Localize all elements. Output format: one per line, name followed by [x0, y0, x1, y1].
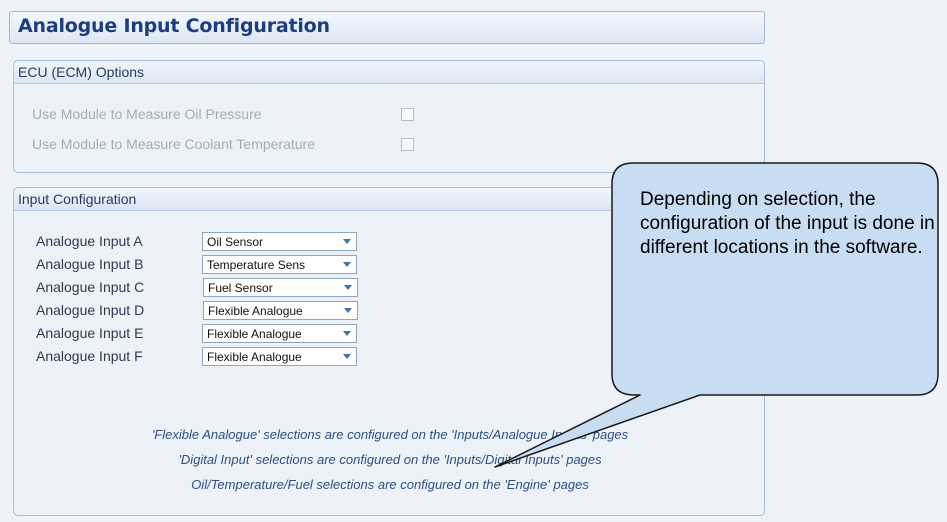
- chevron-down-icon: [343, 239, 351, 244]
- chevron-down-icon: [343, 331, 351, 336]
- analogue-input-d-select[interactable]: Flexible Analogue: [203, 301, 358, 320]
- analogue-input-f-value: Flexible Analogue: [207, 350, 302, 364]
- ecu-options-group: ECU (ECM) Options Use Module to Measure …: [13, 60, 765, 173]
- analogue-input-e-select[interactable]: Flexible Analogue: [202, 324, 357, 343]
- analogue-input-d-label: Analogue Input D: [36, 302, 145, 318]
- analogue-input-a-value: Oil Sensor: [207, 235, 264, 249]
- analogue-input-c-label: Analogue Input C: [36, 279, 145, 295]
- chevron-down-icon: [344, 308, 352, 313]
- configuration-page: Analogue Input Configuration ECU (ECM) O…: [0, 0, 947, 522]
- analogue-input-d-value: Flexible Analogue: [208, 304, 303, 318]
- digital-input-note: 'Digital Input' selections are configure…: [178, 452, 602, 467]
- flexible-analogue-note: 'Flexible Analogue' selections are confi…: [151, 427, 629, 442]
- input-configuration-title: Input Configuration: [18, 191, 137, 207]
- page-title-bar: Analogue Input Configuration: [9, 11, 765, 44]
- analogue-input-e-label: Analogue Input E: [36, 325, 144, 341]
- analogue-input-a-select[interactable]: Oil Sensor: [202, 232, 357, 251]
- oil-pressure-option-label: Use Module to Measure Oil Pressure: [32, 106, 262, 122]
- analogue-input-b-select[interactable]: Temperature Sens: [202, 255, 357, 274]
- analogue-input-a-label: Analogue Input A: [36, 233, 143, 249]
- callout-text: Depending on selection, the configuratio…: [640, 189, 935, 258]
- oil-pressure-checkbox[interactable]: [401, 108, 414, 121]
- analogue-input-f-select[interactable]: Flexible Analogue: [202, 347, 357, 366]
- ecu-options-header: ECU (ECM) Options: [14, 61, 764, 84]
- chevron-down-icon: [343, 354, 351, 359]
- chevron-down-icon: [344, 285, 352, 290]
- coolant-temperature-option-label: Use Module to Measure Coolant Temperatur…: [32, 136, 316, 152]
- analogue-input-c-select[interactable]: Fuel Sensor: [203, 278, 358, 297]
- coolant-temperature-checkbox[interactable]: [401, 138, 414, 151]
- analogue-input-b-value: Temperature Sens: [207, 258, 306, 272]
- analogue-input-b-label: Analogue Input B: [36, 256, 144, 272]
- analogue-input-f-label: Analogue Input F: [36, 348, 143, 364]
- chevron-down-icon: [343, 262, 351, 267]
- analogue-input-c-value: Fuel Sensor: [208, 281, 273, 295]
- analogue-input-e-value: Flexible Analogue: [207, 327, 302, 341]
- ecu-options-title: ECU (ECM) Options: [18, 64, 145, 80]
- page-title: Analogue Input Configuration: [18, 15, 330, 37]
- engine-note: Oil/Temperature/Fuel selections are conf…: [191, 477, 589, 492]
